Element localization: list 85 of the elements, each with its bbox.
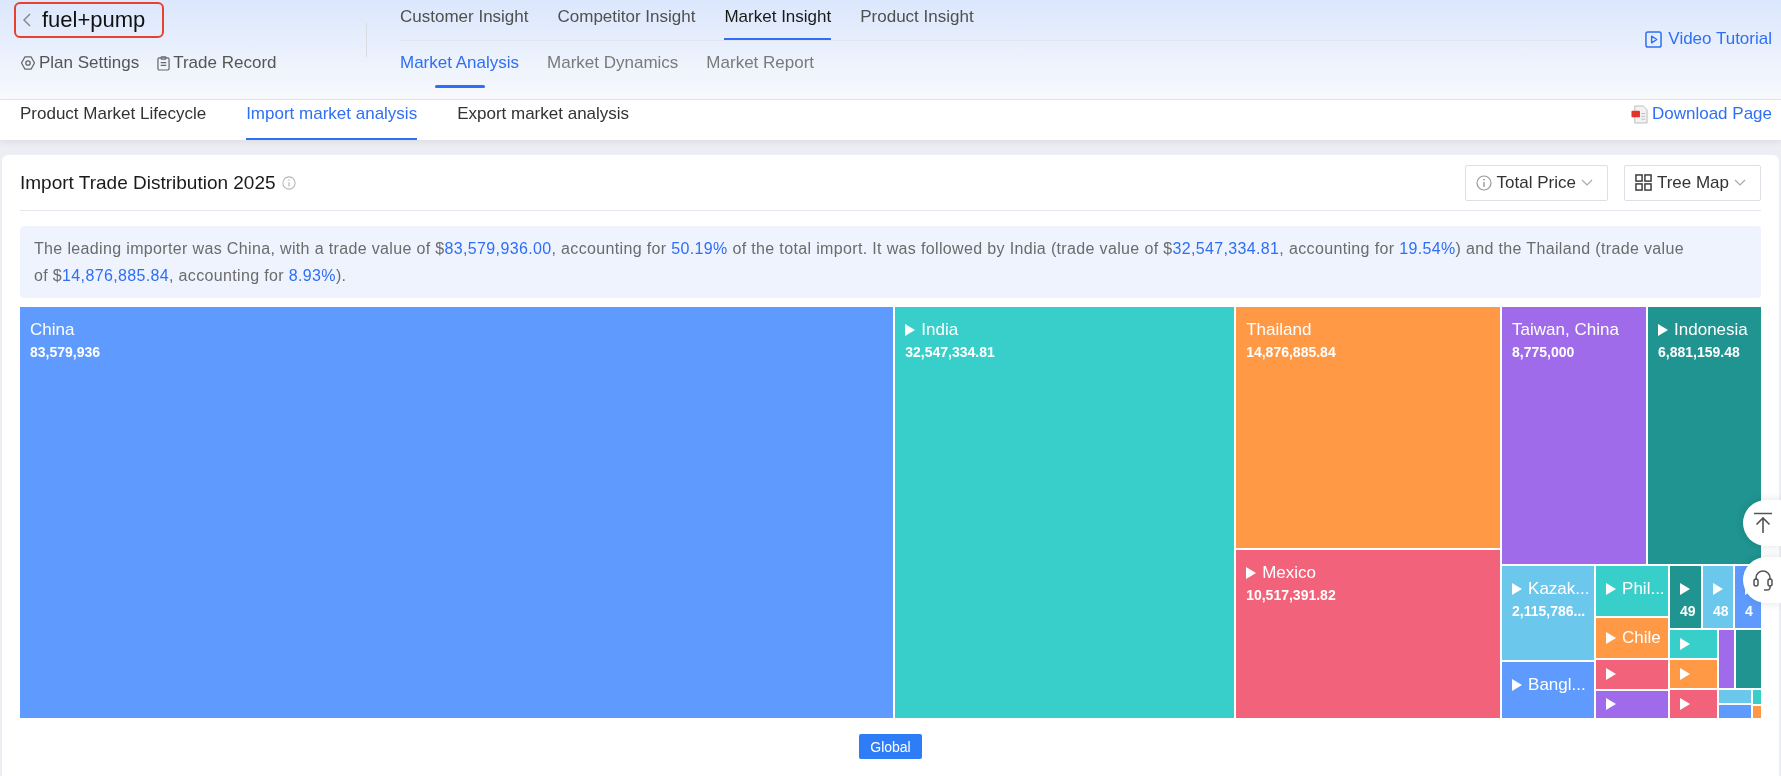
treemap-tile[interactable] [1596, 690, 1669, 718]
treemap-tile[interactable] [1719, 630, 1735, 688]
tile-label: Phil... [1622, 578, 1665, 600]
caret-right-icon [1512, 583, 1523, 595]
tile-value: 4 [1745, 602, 1753, 621]
play-square-icon [1645, 30, 1663, 48]
treemap-tile[interactable] [1670, 630, 1718, 658]
tile-label: Kazak... [1528, 578, 1590, 600]
metric-dropdown[interactable]: Total Price [1464, 164, 1608, 201]
download-page-link[interactable]: Download Page [1630, 103, 1772, 125]
caret-right-icon [1246, 567, 1257, 579]
document-icon [1630, 104, 1648, 124]
page-tab[interactable]: Import market analysis [246, 100, 418, 140]
treemap-tile[interactable] [1753, 690, 1761, 704]
tile-label: China [30, 319, 75, 341]
tile-value: 8,775,000 [1512, 343, 1575, 362]
sub-tab[interactable]: Market Dynamics [547, 52, 679, 88]
trade-record-link[interactable]: Trade Record [157, 52, 277, 74]
caret-right-icon [1680, 583, 1691, 595]
caret-right-icon [1680, 668, 1691, 680]
caret-right-icon [1680, 698, 1691, 710]
treemap-tile[interactable]: Bangl... [1502, 662, 1595, 718]
sub-tab[interactable]: Market Report [706, 52, 815, 88]
treemap-tile[interactable] [1736, 630, 1761, 688]
tile-value: 83,579,936 [30, 343, 101, 362]
tile-value: 49 [1680, 602, 1696, 621]
treemap-tile[interactable] [1753, 706, 1761, 718]
chevron-left-icon[interactable] [23, 13, 31, 27]
treemap-tile[interactable] [1719, 690, 1751, 703]
treemap-tile[interactable]: Indonesia 6,881,159.48 [1648, 307, 1761, 564]
arrow-up-icon [1753, 512, 1773, 534]
treemap-tile[interactable]: China 83,579,936 [20, 307, 894, 718]
caret-right-icon [1680, 638, 1691, 650]
caret-right-icon [1606, 698, 1617, 711]
nav-tab[interactable]: Competitor Insight [557, 0, 696, 40]
settings-icon [20, 55, 36, 71]
caret-right-icon [905, 324, 916, 336]
treemap-tile[interactable]: Taiwan, China 8,775,000 [1502, 307, 1647, 564]
caret-right-icon [1658, 324, 1669, 336]
treemap-tile[interactable] [1719, 705, 1751, 718]
caret-right-icon [1606, 631, 1617, 644]
page-tab[interactable]: Export market analysis [457, 100, 630, 140]
treemap-tile[interactable]: Mexico 10,517,391.82 [1236, 550, 1501, 718]
tile-label: Thailand [1246, 319, 1312, 341]
tile-label: Bangl... [1528, 674, 1586, 696]
tile-value: 32,547,334.81 [905, 343, 995, 362]
page-tab[interactable]: Product Market Lifecycle [20, 100, 207, 140]
tile-value: 14,876,885.84 [1246, 343, 1336, 362]
summary-text: The leading importer was China, with a trade value of $83,579,936.00, accounting for 50.19% of the total import. It was followed by India (trade value of $32,547,334.81, accounting for 19.54%) and the Thailand (trade value of $14,876,885.84, accounting for 8.93%). [20, 226, 1761, 298]
treemap-tile[interactable]: 49 [1670, 566, 1702, 628]
caret-right-icon [1606, 583, 1617, 595]
tile-value: 48 [1713, 602, 1729, 621]
treemap-tile[interactable] [1670, 660, 1718, 688]
chart-type-dropdown[interactable]: Tree Map [1623, 164, 1761, 201]
tile-value: 6,881,159.48 [1658, 343, 1740, 362]
sub-tab[interactable]: Market Analysis [400, 52, 520, 88]
tile-label: Chile [1622, 626, 1661, 649]
caret-right-icon [1512, 679, 1523, 691]
nav-tab[interactable]: Market Insight [724, 0, 832, 40]
nav-tab[interactable]: Product Insight [860, 0, 974, 40]
tile-value: 2,115,786... [1512, 602, 1586, 621]
video-tutorial-link[interactable]: Video Tutorial [1645, 28, 1772, 50]
grid-icon [1634, 174, 1652, 191]
clipboard-icon [157, 55, 171, 71]
treemap-tile[interactable]: Thailand 14,876,885.84 [1236, 307, 1501, 548]
plan-name: fuel+pump [42, 6, 146, 34]
headset-icon [1753, 569, 1773, 591]
info-icon [281, 175, 296, 190]
plan-settings-link[interactable]: Plan Settings [20, 52, 140, 74]
caret-right-icon [1713, 583, 1724, 595]
tile-value: 10,517,391.82 [1246, 586, 1336, 605]
info-icon [1475, 174, 1492, 191]
tile-label: India [921, 319, 959, 341]
chevron-down-icon [1580, 179, 1593, 186]
tile-label: Taiwan, China [1512, 319, 1619, 341]
chevron-down-icon [1734, 179, 1746, 186]
breadcrumb-button[interactable]: Global [859, 734, 922, 759]
card-title: Import Trade Distribution 2025 [20, 170, 276, 195]
tile-label: Indonesia [1674, 319, 1748, 341]
nav-tab[interactable]: Customer Insight [400, 0, 529, 40]
treemap-tile[interactable]: Chile [1596, 617, 1669, 659]
treemap-tile[interactable] [1670, 690, 1718, 718]
treemap-tile[interactable] [1596, 660, 1669, 689]
caret-right-icon [1606, 668, 1617, 681]
tile-label: Mexico [1262, 562, 1316, 584]
